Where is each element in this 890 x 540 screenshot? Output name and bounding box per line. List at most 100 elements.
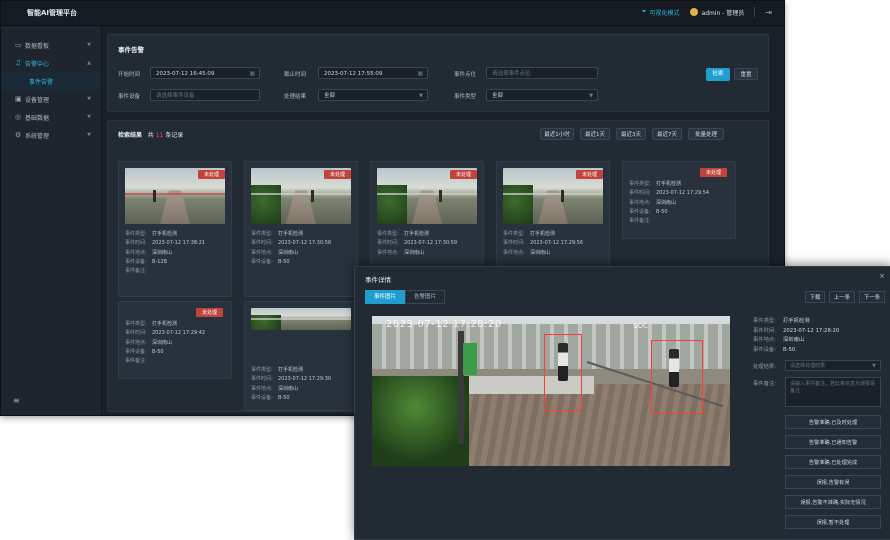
- sidebar-item-dashboard[interactable]: ▭ 数据看板 ▼: [1, 36, 101, 54]
- menu-collapse-icon[interactable]: ≡: [13, 396, 20, 405]
- logout-icon[interactable]: ⇥: [765, 8, 772, 17]
- result-select[interactable]: 请选择处理结果 ▼: [785, 360, 881, 371]
- chevron-down-icon: ▼: [589, 93, 593, 99]
- close-icon[interactable]: ×: [879, 272, 885, 280]
- app-title: 智能AI管理平台: [27, 9, 78, 17]
- user-menu[interactable]: admin - 管理员: [689, 8, 745, 17]
- calendar-icon: ▦: [417, 71, 423, 77]
- event-image[interactable]: 2023-07-12 17:28:20 SOC: [372, 316, 730, 466]
- tab-alarm-image[interactable]: 告警图片: [405, 290, 446, 304]
- sidebar-item-label: 基础数据: [25, 114, 50, 122]
- device-placeholder: 请选择事件设备: [156, 93, 195, 99]
- filter-panel: 事件告警 开始时间 2023-07-12 16:45:09 ▦ 截止时间 202…: [107, 34, 769, 112]
- chevron-down-icon: ▼: [87, 96, 91, 102]
- prev-button[interactable]: 上一条: [829, 291, 855, 303]
- batch-process-button[interactable]: 批量处理: [688, 128, 724, 140]
- results-count-suffix: 条记录: [165, 132, 184, 139]
- type-value: 全部: [492, 93, 504, 99]
- result-placeholder: 请选择处理结果: [790, 363, 826, 369]
- status-badge: 未处理: [195, 308, 223, 317]
- last-3-days-button[interactable]: 最近3天: [616, 128, 646, 140]
- note-textarea[interactable]: 请输入事件备注，若此条信息为误报请备注: [785, 377, 881, 407]
- result-select[interactable]: 全部 ▼: [318, 89, 428, 101]
- start-time-input[interactable]: 2023-07-12 16:45:09 ▦: [150, 67, 260, 79]
- event-meta: 事件类型: 打手机检测 事件时间: 2023-07-12 17:29:56 事件地点…: [503, 231, 584, 256]
- point-placeholder: 请选择事件点位: [492, 71, 531, 77]
- gear-icon: ⚙: [15, 131, 22, 139]
- event-card[interactable]: 未处理 事件类型: 打手机检测 事件时间: 2023-07-12 17:29:56 …: [496, 161, 610, 273]
- calendar-icon: ▦: [249, 71, 255, 77]
- action-false-alarm-button[interactable]: 误报,告警有误: [785, 475, 881, 489]
- chevron-down-icon: ▼: [87, 132, 91, 138]
- event-card[interactable]: 未处理 事件类型: 打手机检测 事件时间: 2023-07-12 17:30:58 …: [244, 161, 358, 297]
- sidebar-item-label: 事件告警: [29, 78, 54, 86]
- sidebar: ▭ 数据看板 ▼ ♫ 告警中心 ▲ 事件告警 ▣ 设备管理 ▼ ◎ 基础数据 ▼: [1, 26, 102, 415]
- action-accurate-handled-button[interactable]: 告警准确,已及时处理: [785, 415, 881, 429]
- next-button[interactable]: 下一条: [859, 291, 885, 303]
- detection-box: [543, 334, 582, 411]
- page-title: 事件告警: [118, 46, 144, 54]
- last-7-days-button[interactable]: 最近7天: [652, 128, 682, 140]
- device-input[interactable]: 请选择事件设备: [150, 89, 260, 101]
- action-false-no-situation-button[interactable]: 误报,告警不准确,实际无情况: [785, 495, 881, 509]
- event-card[interactable]: 未处理 事件类型: 打手机检测 事件时间: 2023-07-12 17:30:59 …: [370, 161, 484, 273]
- detail-tabs: 事件图片 告警图片: [365, 290, 446, 304]
- event-card[interactable]: 事件类型: 打手机检测 事件时间: 2023-07-12 17:29:30 事件地点…: [244, 301, 358, 411]
- chevron-down-icon: ▼: [87, 114, 91, 120]
- user-label: admin - 管理员: [701, 9, 745, 17]
- monitor-icon: ▭: [15, 41, 22, 49]
- event-card[interactable]: 未处理 事件类型: 打手机检测 事件时间: 2023-07-12 17:29:42 …: [118, 301, 232, 379]
- sidebar-item-alarm-center[interactable]: ♫ 告警中心 ▲: [1, 54, 101, 72]
- visual-mode-toggle[interactable]: ⏷ 可视化模式: [642, 8, 680, 17]
- action-accurate-notified-button[interactable]: 告警准确,已通知告警: [785, 435, 881, 449]
- result-value: 全部: [324, 93, 336, 99]
- results-count: 11: [155, 132, 164, 139]
- sidebar-item-base-data[interactable]: ◎ 基础数据 ▼: [1, 108, 101, 126]
- status-badge: 未处理: [449, 170, 477, 179]
- event-thumbnail[interactable]: [251, 308, 351, 330]
- last-1-day-button[interactable]: 最近1天: [580, 128, 610, 140]
- chevron-down-icon: ▼: [872, 363, 876, 369]
- status-badge: 未处理: [323, 170, 351, 179]
- point-input[interactable]: 请选择事件点位: [486, 67, 598, 79]
- type-select[interactable]: 全部 ▼: [486, 89, 598, 101]
- event-meta: 事件类型: 打手机检测 事件时间: 2023-07-12 17:30:59 事件地点…: [377, 231, 458, 256]
- divider: [754, 7, 756, 17]
- result-label: 处理结果:: [753, 364, 776, 370]
- note-label: 事件备注:: [753, 381, 776, 387]
- sidebar-item-devices[interactable]: ▣ 设备管理 ▼: [1, 90, 101, 108]
- event-meta: 事件类型: 打手机检测 事件时间: 2023-07-12 17:38:21 事件地点…: [125, 231, 206, 275]
- event-card[interactable]: 未处理 事件类型: 打手机检测 事件时间: 2023-07-12 17:29:54 …: [622, 161, 736, 239]
- bell-icon: ♫: [15, 59, 22, 67]
- event-meta: 事件类型: 打手机检测 事件时间: 2023-07-12 17:29:30 事件地点…: [251, 367, 332, 401]
- event-meta: 事件类型: 打手机检测 事件时间: 2023-07-12 17:30:58 事件地点…: [251, 231, 332, 265]
- dialog-title: 事件详情: [365, 276, 391, 284]
- avatar: [689, 8, 698, 16]
- action-accurate-done-button[interactable]: 告警准确,已处理完成: [785, 455, 881, 469]
- chevron-up-icon: ▲: [87, 60, 91, 66]
- chevron-down-icon: ▼: [87, 42, 91, 48]
- end-time-value: 2023-07-12 17:55:09: [324, 71, 383, 77]
- tab-event-image[interactable]: 事件图片: [365, 290, 406, 304]
- sidebar-item-label: 告警中心: [25, 60, 50, 68]
- event-card[interactable]: 未处理 事件类型: 打手机检测 事件时间: 2023-07-12 17:38:21 …: [118, 161, 232, 297]
- event-meta: 事件类型: 打手机检测 事件时间: 2023-07-12 17:29:54 事件地点…: [629, 181, 710, 225]
- download-button[interactable]: 下载: [805, 291, 825, 303]
- action-false-ignore-button[interactable]: 误报,暂不处理: [785, 515, 881, 529]
- end-time-input[interactable]: 2023-07-12 17:55:09 ▦: [318, 67, 428, 79]
- sidebar-item-label: 设备管理: [25, 96, 50, 104]
- type-label: 事件类型: [454, 94, 477, 100]
- last-1-hour-button[interactable]: 最近1小时: [540, 128, 574, 140]
- chevron-down-icon: ▼: [419, 93, 423, 99]
- start-time-label: 开始时间: [118, 72, 141, 78]
- sidebar-item-system[interactable]: ⚙ 系统管理 ▼: [1, 126, 101, 144]
- top-bar: 智能AI管理平台 ⏷ 可视化模式 admin - 管理员 ⇥: [1, 1, 784, 26]
- reset-button[interactable]: 重置: [734, 68, 758, 80]
- device-label: 事件设备: [118, 94, 141, 100]
- event-meta: 事件类型: 打手机检测 事件时间: 2023-07-12 17:29:42 事件地点…: [125, 321, 206, 365]
- start-time-value: 2023-07-12 16:45:09: [156, 71, 215, 77]
- filter-icon: ⏷: [641, 8, 647, 15]
- video-timestamp: 2023-07-12 17:28:20: [386, 319, 502, 330]
- sidebar-item-event-alarm[interactable]: 事件告警: [1, 72, 101, 90]
- search-button[interactable]: 检索: [706, 68, 730, 81]
